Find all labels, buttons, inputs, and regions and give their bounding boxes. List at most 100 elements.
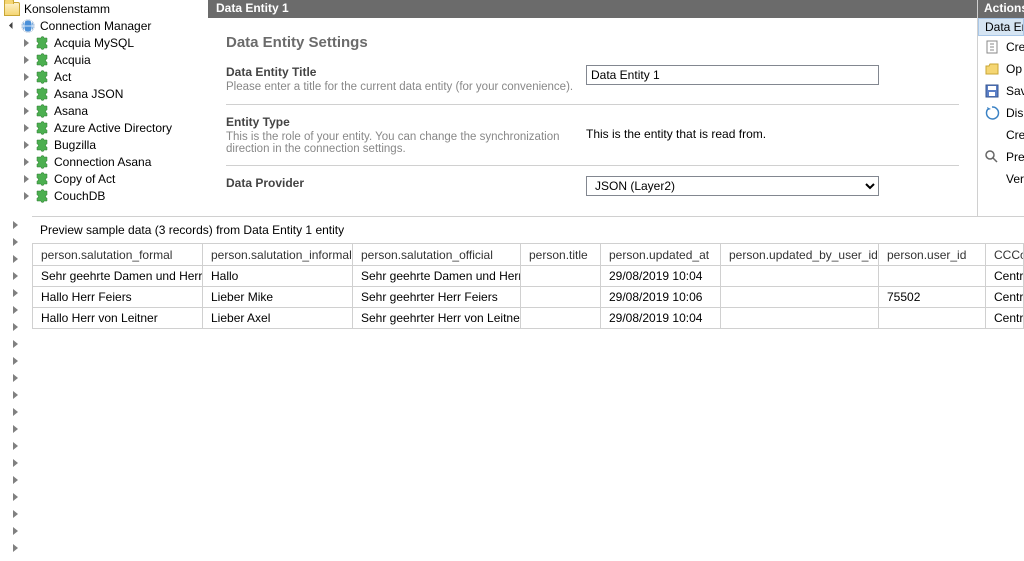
expander-icon[interactable]: [9, 525, 21, 537]
action-item[interactable]: Ver: [978, 168, 1024, 190]
puzzle-icon: [34, 69, 50, 85]
expander-icon[interactable]: [9, 542, 21, 554]
expander-icon[interactable]: [9, 372, 21, 384]
puzzle-icon: [34, 86, 50, 102]
tree-item-azure-active-directory[interactable]: Azure Active Directory: [0, 119, 208, 136]
puzzle-icon: [34, 137, 50, 153]
tree-expander-strip: [0, 216, 32, 561]
table-cell: [721, 266, 879, 287]
expander-icon[interactable]: [9, 219, 21, 231]
table-cell: [521, 287, 601, 308]
tree-connection-manager[interactable]: Connection Manager: [0, 17, 208, 34]
main-panel: Data Entity 1 Data Entity Settings Data …: [208, 0, 977, 216]
expander-icon[interactable]: [9, 270, 21, 282]
action-label: Pre: [1006, 150, 1024, 164]
table-cell: 29/08/2019 10:06: [601, 287, 721, 308]
expander-icon[interactable]: [9, 355, 21, 367]
table-cell: Centra: [986, 308, 1024, 329]
expander-icon[interactable]: [20, 139, 32, 151]
action-item[interactable]: Op: [978, 58, 1024, 80]
expander-icon[interactable]: [20, 71, 32, 83]
table-cell: Lieber Mike: [203, 287, 353, 308]
table-row[interactable]: Hallo Herr FeiersLieber MikeSehr geehrte…: [33, 287, 1024, 308]
expander-icon[interactable]: [9, 236, 21, 248]
entity-title-input[interactable]: [586, 65, 879, 85]
table-cell: [721, 287, 879, 308]
action-icon: [984, 61, 1000, 77]
table-cell: Lieber Axel: [203, 308, 353, 329]
tree-item-asana[interactable]: Asana: [0, 102, 208, 119]
expander-icon[interactable]: [20, 105, 32, 117]
action-item[interactable]: Cre: [978, 36, 1024, 58]
table-cell: Hallo: [203, 266, 353, 287]
expander-icon[interactable]: [9, 304, 21, 316]
expander-icon[interactable]: [9, 287, 21, 299]
tree-item-acquia[interactable]: Acquia: [0, 51, 208, 68]
tree-item-copy-of-act[interactable]: Copy of Act: [0, 170, 208, 187]
expander-icon[interactable]: [9, 474, 21, 486]
tree-item-couchdb[interactable]: CouchDB: [0, 187, 208, 204]
table-cell: 75502: [879, 287, 986, 308]
action-label: Cre: [1006, 128, 1024, 142]
puzzle-icon: [34, 120, 50, 136]
expander-icon[interactable]: [20, 156, 32, 168]
settings-title: Data Entity Settings: [226, 34, 959, 51]
column-header[interactable]: person.salutation_official: [353, 244, 521, 266]
expander-icon[interactable]: [9, 508, 21, 520]
table-cell: [721, 308, 879, 329]
expander-icon[interactable]: [20, 122, 32, 134]
action-item[interactable]: Sav: [978, 80, 1024, 102]
action-label: Sav: [1006, 84, 1024, 98]
tree-item-bugzilla[interactable]: Bugzilla: [0, 136, 208, 153]
expander-icon[interactable]: [20, 54, 32, 66]
entity-title-desc: Please enter a title for the current dat…: [226, 81, 586, 93]
action-item[interactable]: Pre: [978, 146, 1024, 168]
action-icon: [984, 39, 1000, 55]
expander-icon[interactable]: [20, 190, 32, 202]
table-row[interactable]: Sehr geehrte Damen und HerrenHalloSehr g…: [33, 266, 1024, 287]
column-header[interactable]: person.updated_by_user_id: [721, 244, 879, 266]
table-cell: [879, 308, 986, 329]
entity-type-desc: This is the role of your entity. You can…: [226, 131, 586, 155]
table-cell: Sehr geehrter Herr Feiers: [353, 287, 521, 308]
column-header[interactable]: person.salutation_formal: [33, 244, 203, 266]
action-icon: [984, 127, 1000, 143]
tree-item-label: Asana JSON: [54, 87, 123, 101]
action-icon: [984, 171, 1000, 187]
folder-icon: [4, 2, 20, 16]
expander-icon[interactable]: [9, 423, 21, 435]
expander-icon[interactable]: [9, 338, 21, 350]
action-icon: [984, 105, 1000, 121]
expander-icon[interactable]: [9, 406, 21, 418]
expander-icon[interactable]: [9, 440, 21, 452]
setting-entity-title: Data Entity Title Please enter a title f…: [226, 65, 959, 105]
tree-item-act[interactable]: Act: [0, 68, 208, 85]
expander-icon[interactable]: [20, 88, 32, 100]
column-header[interactable]: CCCo: [986, 244, 1024, 266]
expander-icon[interactable]: [9, 389, 21, 401]
tree-item-asana-json[interactable]: Asana JSON: [0, 85, 208, 102]
provider-select[interactable]: JSON (Layer2): [586, 176, 879, 196]
table-cell: Centra: [986, 287, 1024, 308]
expander-icon[interactable]: [9, 491, 21, 503]
preview-panel: Preview sample data (3 records) from Dat…: [32, 216, 1024, 561]
table-row[interactable]: Hallo Herr von LeitnerLieber AxelSehr ge…: [33, 308, 1024, 329]
expander-icon[interactable]: [9, 457, 21, 469]
expander-icon[interactable]: [20, 173, 32, 185]
connection-manager-icon: [20, 18, 36, 34]
tree-item-acquia-mysql[interactable]: Acquia MySQL: [0, 34, 208, 51]
column-header[interactable]: person.title: [521, 244, 601, 266]
expander-icon[interactable]: [9, 321, 21, 333]
tree-item-connection-asana[interactable]: Connection Asana: [0, 153, 208, 170]
action-item[interactable]: Cre: [978, 124, 1024, 146]
tree-root[interactable]: Konsolenstamm: [0, 0, 208, 17]
expander-icon[interactable]: [6, 20, 18, 32]
column-header[interactable]: person.updated_at: [601, 244, 721, 266]
table-cell: Centra: [986, 266, 1024, 287]
expander-icon[interactable]: [9, 253, 21, 265]
column-header[interactable]: person.salutation_informal: [203, 244, 353, 266]
column-header[interactable]: person.user_id: [879, 244, 986, 266]
action-item[interactable]: Dis: [978, 102, 1024, 124]
action-label: Cre: [1006, 40, 1024, 54]
expander-icon[interactable]: [20, 37, 32, 49]
